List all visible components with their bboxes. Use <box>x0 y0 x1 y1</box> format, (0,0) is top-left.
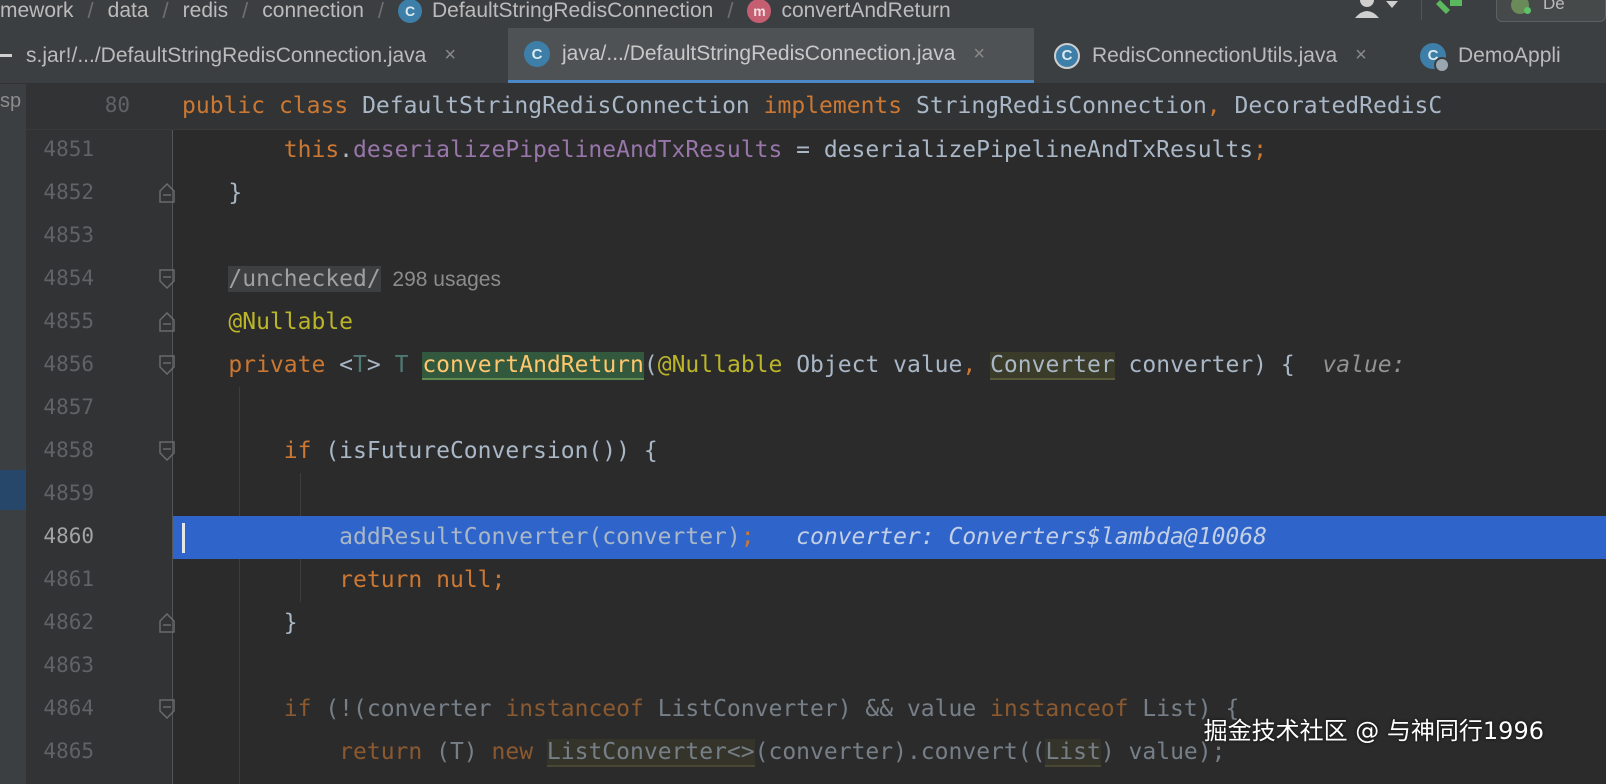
line-number: 4856 <box>43 352 94 376</box>
breadcrumb-item-connection[interactable]: connection <box>262 0 364 23</box>
tab-demoapplication[interactable]: C DemoAppli <box>1420 28 1606 83</box>
sticky-code-line[interactable]: public class DefaultStringRedisConnectio… <box>182 85 1606 128</box>
line-number: 4854 <box>43 266 94 290</box>
hammer-icon[interactable] <box>1436 0 1466 16</box>
tab-redisconnectionutils[interactable]: C RedisConnectionUtils.java × <box>1054 28 1410 83</box>
inline-debug-value-hint: converter: Converters$lambda@10068 <box>754 524 1267 550</box>
code-line-4855[interactable]: @Nullable <box>173 301 1606 344</box>
class-icon: C <box>1054 42 1080 69</box>
breadcrumb-item-method[interactable]: m convertAndReturn <box>747 0 951 23</box>
run-config-icon <box>1511 0 1531 14</box>
line-number: 4853 <box>43 223 94 247</box>
class-icon: C <box>398 0 422 23</box>
line-number-current: 4860 <box>43 524 94 548</box>
line-number: 4859 <box>43 481 94 505</box>
tab-defaultstringredisconnection-java[interactable]: C java/.../DefaultStringRedisConnection.… <box>508 28 1034 83</box>
code-line-4856[interactable]: private <T> T convertAndReturn(@Nullable… <box>173 344 1606 387</box>
line-number: 4851 <box>43 137 94 161</box>
usages-hint[interactable]: 298 usages <box>381 268 501 291</box>
code-line-4854[interactable]: /unchecked/ 298 usages <box>173 258 1606 301</box>
selection-marker <box>0 470 26 510</box>
line-number: 4862 <box>43 610 94 634</box>
tab-label: s.jar!/.../DefaultStringRedisConnection.… <box>26 43 427 67</box>
sticky-line-number: 80 <box>104 93 130 117</box>
breadcrumb: mework / data / redis / connection / C D… <box>0 0 951 28</box>
line-number: 4865 <box>43 739 94 763</box>
line-number: 4861 <box>43 567 94 591</box>
project-strip-label[interactable]: sp <box>0 90 21 113</box>
toolbar-divider <box>1421 0 1422 20</box>
editor-tab-bar: s.jar!/.../DefaultStringRedisConnection.… <box>0 28 1606 84</box>
breadcrumb-item-framework[interactable]: mework <box>0 0 74 23</box>
code-line-4862[interactable]: } <box>173 602 1606 645</box>
code-line-4860-execution-point[interactable]: addResultConverter(converter); converter… <box>173 516 1606 559</box>
close-icon[interactable]: × <box>444 44 456 67</box>
breadcrumb-separator: / <box>162 0 169 23</box>
tab-defaultstringredisconnection-jar[interactable]: s.jar!/.../DefaultStringRedisConnection.… <box>26 28 506 83</box>
code-line-4851[interactable]: this.deserializePipelineAndTxResults = d… <box>173 129 1606 172</box>
tab-menu-icon[interactable] <box>0 54 12 57</box>
method-icon: m <box>747 0 772 23</box>
run-config-selector[interactable]: De <box>1496 0 1606 22</box>
code-editor[interactable]: this.deserializePipelineAndTxResults = d… <box>173 129 1606 784</box>
breadcrumb-item-redis[interactable]: redis <box>183 0 229 23</box>
breadcrumb-bar: mework / data / redis / connection / C D… <box>0 0 1606 28</box>
watermark: 掘金技术社区 @ 与神同行1996 <box>1203 717 1544 745</box>
line-number: 4864 <box>43 696 94 720</box>
breadcrumb-item-data[interactable]: data <box>108 0 149 23</box>
breadcrumb-separator: / <box>87 0 94 23</box>
breadcrumb-separator: / <box>242 0 249 23</box>
method-name-highlight: convertAndReturn <box>422 352 644 380</box>
close-icon[interactable]: × <box>973 43 985 66</box>
tab-label: java/.../DefaultStringRedisConnection.ja… <box>562 42 956 65</box>
class-icon: C <box>524 41 550 67</box>
line-number: 4858 <box>43 438 94 462</box>
project-tool-strip: sp <box>0 84 26 784</box>
breadcrumb-separator: / <box>727 0 734 23</box>
text-caret <box>182 523 185 553</box>
toolbar-right: De <box>1353 0 1606 28</box>
tab-label: DemoAppli <box>1458 43 1561 67</box>
line-number-gutter: 4851 4852 4853 4854 4855 4856 4857 4858 … <box>26 84 172 784</box>
sticky-class-header[interactable]: 80 public class DefaultStringRedisConnec… <box>26 84 1606 130</box>
code-line-4852[interactable]: } <box>173 172 1606 215</box>
breadcrumb-item-class[interactable]: C DefaultStringRedisConnection <box>398 0 713 23</box>
suppress-warnings-fold[interactable]: /unchecked/ <box>228 266 381 292</box>
line-number: 4852 <box>43 180 94 204</box>
code-line-4863[interactable] <box>173 645 1606 688</box>
code-line-4859[interactable] <box>173 473 1606 516</box>
breadcrumb-class-label: DefaultStringRedisConnection <box>432 0 714 22</box>
line-number: 4863 <box>43 653 94 677</box>
line-number: 4857 <box>43 395 94 419</box>
line-number: 4855 <box>43 309 94 333</box>
code-line-4858[interactable]: if (isFutureConversion()) { <box>173 430 1606 473</box>
class-icon: C <box>1420 42 1450 73</box>
breadcrumb-method-label: convertAndReturn <box>781 0 951 22</box>
code-line-4857[interactable] <box>173 387 1606 430</box>
run-config-label: De <box>1543 0 1565 13</box>
user-icon[interactable] <box>1353 0 1401 18</box>
inline-debug-value-hint: value: <box>1294 352 1420 378</box>
code-line-4861[interactable]: return null; <box>173 559 1606 602</box>
tab-label: RedisConnectionUtils.java <box>1092 43 1338 67</box>
code-line-4853[interactable] <box>173 215 1606 258</box>
breadcrumb-separator: / <box>377 0 384 23</box>
close-icon[interactable]: × <box>1355 44 1367 67</box>
